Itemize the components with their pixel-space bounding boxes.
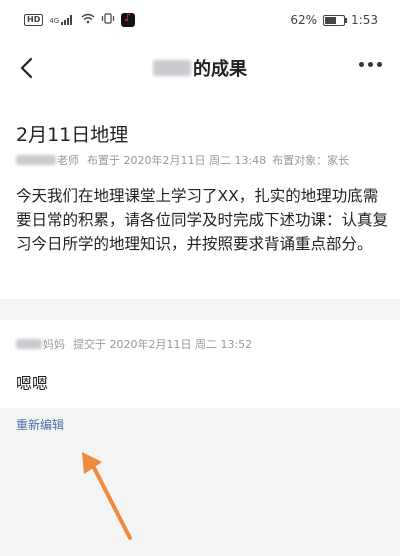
homework-meta: 老师 布置于 2020年2月11日 周二 13:48 布置对象：家长	[16, 152, 349, 168]
vibrate-icon	[101, 13, 115, 27]
status-bar: HD 4G 62% 1:53	[0, 0, 400, 40]
reply-author: 妈妈	[43, 338, 65, 351]
reply-text: 嗯嗯	[16, 374, 49, 393]
page-title-text: 的成果	[193, 59, 247, 80]
back-button[interactable]	[14, 52, 42, 84]
reply-meta: 妈妈 提交于 2020年2月11日 周二 13:52	[16, 336, 252, 352]
more-dot-icon	[368, 62, 373, 67]
signal-icon: 4G	[49, 15, 75, 25]
status-right: 62% 1:53	[290, 13, 378, 27]
published-label: 布置于 2020年2月11日 周二 13:48	[87, 154, 267, 167]
wifi-icon	[81, 13, 95, 27]
target-label: 布置对象：家长	[272, 154, 350, 167]
status-left: HD 4G	[24, 11, 136, 27]
chevron-left-icon	[20, 57, 33, 79]
more-dot-icon	[359, 62, 364, 67]
network-type-label: 4G	[49, 17, 60, 25]
homework-content: 今天我们在地理课堂上学习了XX，扎实的地理功底需要日常的积累，请各位同学及时完成…	[16, 187, 389, 253]
battery-percent: 62%	[290, 13, 318, 27]
page-title: 的成果	[153, 55, 247, 81]
reply-card: 妈妈 提交于 2020年2月11日 周二 13:52 嗯嗯	[0, 320, 400, 408]
more-options-button[interactable]	[359, 62, 382, 67]
redacted-name	[153, 60, 191, 76]
redacted-teacher-name	[16, 155, 56, 165]
homework-title: 2月11日地理	[16, 124, 129, 146]
submitted-label: 提交于 2020年2月11日 周二 13:52	[73, 338, 253, 351]
teacher-label: 老师	[57, 154, 79, 167]
arrow-annotation-icon	[82, 452, 132, 540]
hd-icon: HD	[24, 14, 44, 26]
nav-bar: 的成果	[0, 40, 400, 96]
battery-icon	[323, 14, 348, 26]
tiktok-icon	[121, 11, 136, 27]
clock: 1:53	[351, 13, 378, 27]
redacted-parent-name	[16, 339, 42, 349]
homework-card: 2月11日地理 老师 布置于 2020年2月11日 周二 13:48 布置对象：…	[0, 96, 400, 299]
reedit-link[interactable]: 重新编辑	[16, 416, 64, 433]
more-dot-icon	[377, 62, 382, 67]
